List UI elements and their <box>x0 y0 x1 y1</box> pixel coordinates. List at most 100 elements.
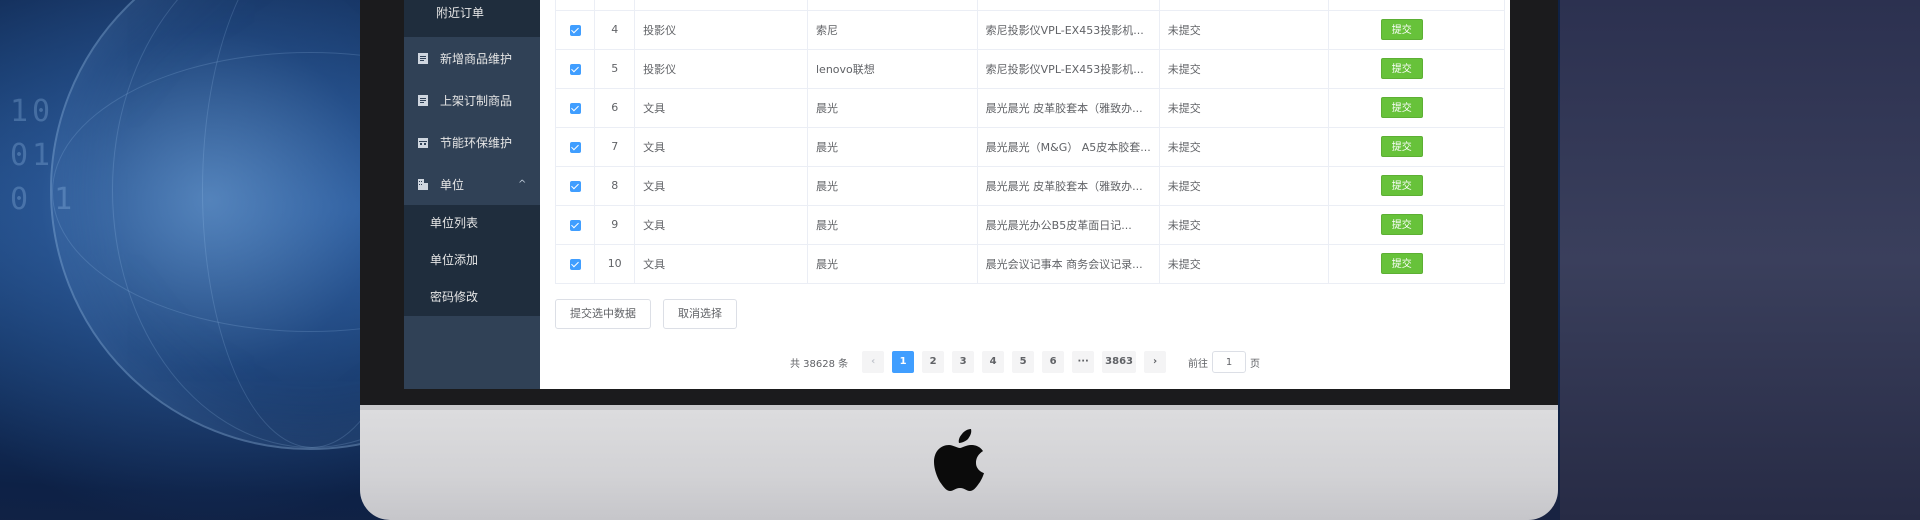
apple-logo-icon <box>934 429 984 491</box>
row-checkbox[interactable] <box>569 219 581 231</box>
page-button-5[interactable]: 5 <box>1012 351 1035 373</box>
submit-button[interactable]: 提交 <box>1380 58 1423 79</box>
pagination-total: 共 38628 条 <box>789 358 849 370</box>
sidebar: 附近订单 新增商品维护 上架订制商品 节能环保维护 单位 ^ 单位列表 单位添加… <box>404 0 540 389</box>
page-jumper: 前往 页 <box>1188 351 1260 373</box>
row-checkbox[interactable] <box>569 24 581 36</box>
row-category: 投影仪 <box>634 49 808 89</box>
sidebar-item-eco-maintenance[interactable]: 节能环保维护 <box>404 121 540 163</box>
table-row[interactable]: 6 文具 晨光 晨光晨光 皮革胶套本（雅致办... 未提交 提交 <box>554 88 1506 128</box>
row-index: 7 <box>594 127 636 167</box>
monitor-screen: 附近订单 新增商品维护 上架订制商品 节能环保维护 单位 ^ 单位列表 单位添加… <box>404 0 1510 389</box>
row-status: 未提交 <box>1159 205 1329 245</box>
row-brand: 索尼 <box>807 10 978 50</box>
sidebar-item-label: 节能环保维护 <box>440 135 513 150</box>
unit-submenu: 单位列表 单位添加 密码修改 <box>404 205 540 316</box>
row-product-name: 晨光晨光办公B5皮革面日记... <box>977 205 1160 245</box>
row-category: 文具 <box>634 88 808 128</box>
goto-suffix: 页 <box>1250 358 1260 370</box>
chevron-up-icon: ^ <box>518 178 527 190</box>
row-index: 5 <box>594 49 636 89</box>
sidebar-item-unit-add[interactable]: 单位添加 <box>404 242 540 279</box>
sidebar-item-label: 上架订制商品 <box>440 93 513 108</box>
row-checkbox[interactable] <box>569 102 581 114</box>
page-button-2[interactable]: 2 <box>922 351 945 373</box>
building-icon <box>418 178 428 190</box>
row-status: 未提交 <box>1159 244 1329 284</box>
row-product-name: 索尼投影仪VPL-EX453投影机... <box>977 10 1160 50</box>
submit-button[interactable]: 提交 <box>1380 175 1423 196</box>
submit-button[interactable]: 提交 <box>1380 136 1423 157</box>
table-row[interactable]: 5 投影仪 lenovo联想 索尼投影仪VPL-EX453投影机... 未提交 … <box>554 49 1506 89</box>
row-brand: 晨光 <box>807 166 978 206</box>
table-row[interactable]: 8 文具 晨光 晨光晨光 皮革胶套本（雅致办... 未提交 提交 <box>554 166 1506 206</box>
row-index: 8 <box>594 166 636 206</box>
row-brand: lenovo联想 <box>807 49 978 89</box>
row-brand: 晨光 <box>807 205 978 245</box>
goto-prefix: 前往 <box>1188 358 1208 370</box>
row-product-name: 索尼投影仪VPL-EX453投影机... <box>977 49 1160 89</box>
page-button-last[interactable]: 3863 <box>1102 351 1136 373</box>
row-status: 未提交 <box>1159 88 1329 128</box>
row-brand: 晨光 <box>807 127 978 167</box>
table-row[interactable]: 7 文具 晨光 晨光晨光（M&G） A5皮本胶套... 未提交 提交 <box>554 127 1506 167</box>
cancel-selection-button[interactable]: 取消选择 <box>663 299 737 329</box>
submit-button[interactable]: 提交 <box>1380 253 1423 274</box>
row-status: 未提交 <box>1159 127 1329 167</box>
calendar-icon <box>418 137 428 148</box>
row-status: 未提交 <box>1159 166 1329 206</box>
background-right-panel <box>1560 0 1920 520</box>
sidebar-item-new-product-maintenance[interactable]: 新增商品维护 <box>404 37 540 79</box>
row-checkbox[interactable] <box>569 63 581 75</box>
next-page-button[interactable]: › <box>1144 351 1166 373</box>
row-brand: 晨光 <box>807 244 978 284</box>
row-product-name: 晨光晨光 皮革胶套本（雅致办... <box>977 166 1160 206</box>
sidebar-item-label: 新增商品维护 <box>440 51 513 66</box>
background-digits: 10 01 0 1 <box>10 94 77 217</box>
row-checkbox[interactable] <box>569 258 581 270</box>
table-row[interactable]: 4 投影仪 索尼 索尼投影仪VPL-EX453投影机... 未提交 提交 <box>554 10 1506 50</box>
row-category: 文具 <box>634 244 808 284</box>
sidebar-item-unit-list[interactable]: 单位列表 <box>404 205 540 242</box>
table-row[interactable]: 9 文具 晨光 晨光晨光办公B5皮革面日记... 未提交 提交 <box>554 205 1506 245</box>
product-table: 4 投影仪 索尼 索尼投影仪VPL-EX453投影机... 未提交 提交 5 投… <box>554 0 1506 284</box>
submit-button[interactable]: 提交 <box>1380 19 1423 40</box>
submit-button[interactable]: 提交 <box>1380 97 1423 118</box>
row-status: 未提交 <box>1159 49 1329 89</box>
page-button-1[interactable]: 1 <box>892 351 915 373</box>
sidebar-item-custom-products[interactable]: 上架订制商品 <box>404 79 540 121</box>
page-button-4[interactable]: 4 <box>982 351 1005 373</box>
row-index: 4 <box>594 10 636 50</box>
row-category: 文具 <box>634 205 808 245</box>
table-row-partial <box>554 0 1506 11</box>
document-icon <box>418 94 428 106</box>
row-product-name: 晨光会议记事本 商务会议记录... <box>977 244 1160 284</box>
submit-button[interactable]: 提交 <box>1380 214 1423 235</box>
row-category: 文具 <box>634 166 808 206</box>
row-checkbox[interactable] <box>569 180 581 192</box>
row-status: 未提交 <box>1159 10 1329 50</box>
row-index: 9 <box>594 205 636 245</box>
page-button-3[interactable]: 3 <box>952 351 975 373</box>
row-brand: 晨光 <box>807 88 978 128</box>
sidebar-item-nearby-orders[interactable]: 附近订单 <box>404 0 540 37</box>
more-pages-button[interactable]: ··· <box>1072 351 1095 373</box>
main-content: 4 投影仪 索尼 索尼投影仪VPL-EX453投影机... 未提交 提交 5 投… <box>540 0 1510 389</box>
row-category: 文具 <box>634 127 808 167</box>
row-product-name: 晨光晨光（M&G） A5皮本胶套... <box>977 127 1160 167</box>
submit-selected-button[interactable]: 提交选中数据 <box>555 299 651 329</box>
prev-page-button[interactable]: ‹ <box>862 351 885 373</box>
row-product-name: 晨光晨光 皮革胶套本（雅致办... <box>977 88 1160 128</box>
sidebar-item-unit[interactable]: 单位 ^ <box>404 163 540 205</box>
sidebar-item-label: 单位 <box>440 177 465 192</box>
pagination: 共 38628 条 ‹ 1 2 3 4 5 6 ··· 3863 › 前往 页 <box>540 351 1510 373</box>
row-index: 6 <box>594 88 636 128</box>
goto-page-input[interactable] <box>1212 351 1246 373</box>
document-icon <box>418 52 428 64</box>
row-checkbox[interactable] <box>569 141 581 153</box>
page-button-6[interactable]: 6 <box>1042 351 1065 373</box>
row-category: 投影仪 <box>634 10 808 50</box>
table-row[interactable]: 10 文具 晨光 晨光会议记事本 商务会议记录... 未提交 提交 <box>554 244 1506 284</box>
row-index: 10 <box>594 244 636 284</box>
sidebar-item-password-change[interactable]: 密码修改 <box>404 279 540 316</box>
